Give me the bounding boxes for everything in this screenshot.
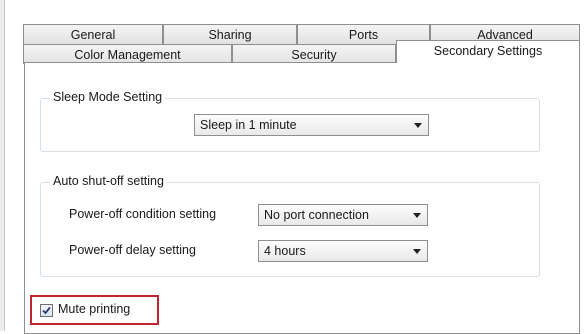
- tab-general[interactable]: General: [23, 24, 163, 44]
- sleep-mode-select-value: Sleep in 1 minute: [200, 118, 297, 132]
- sleep-mode-select[interactable]: Sleep in 1 minute: [194, 114, 429, 136]
- printer-properties-dialog: General Sharing Ports Advanced Color Man…: [0, 0, 585, 334]
- checkmark-icon: [42, 306, 51, 315]
- tab-secondary-settings[interactable]: Secondary Settings: [396, 40, 580, 63]
- power-off-condition-select-value: No port connection: [264, 208, 369, 222]
- power-off-condition-label: Power-off condition setting: [69, 207, 217, 221]
- auto-shutoff-group: [40, 182, 540, 277]
- tab-color-management[interactable]: Color Management: [23, 44, 232, 64]
- auto-shutoff-group-title: Auto shut-off setting: [50, 174, 167, 188]
- tab-sharing[interactable]: Sharing: [163, 24, 297, 44]
- power-off-delay-label: Power-off delay setting: [69, 243, 196, 257]
- tab-security[interactable]: Security: [232, 44, 396, 64]
- mute-printing-label[interactable]: Mute printing: [58, 302, 130, 316]
- chevron-down-icon: [413, 213, 421, 218]
- chevron-down-icon: [414, 123, 422, 128]
- power-off-delay-select[interactable]: 4 hours: [258, 240, 428, 262]
- chevron-down-icon: [413, 249, 421, 254]
- window-left-edge: [0, 0, 5, 331]
- power-off-condition-select[interactable]: No port connection: [258, 204, 428, 226]
- mute-printing-checkbox[interactable]: [40, 304, 53, 317]
- sleep-mode-group-title: Sleep Mode Setting: [50, 90, 166, 104]
- mute-printing-highlight: Mute printing: [30, 295, 159, 325]
- power-off-delay-select-value: 4 hours: [264, 244, 306, 258]
